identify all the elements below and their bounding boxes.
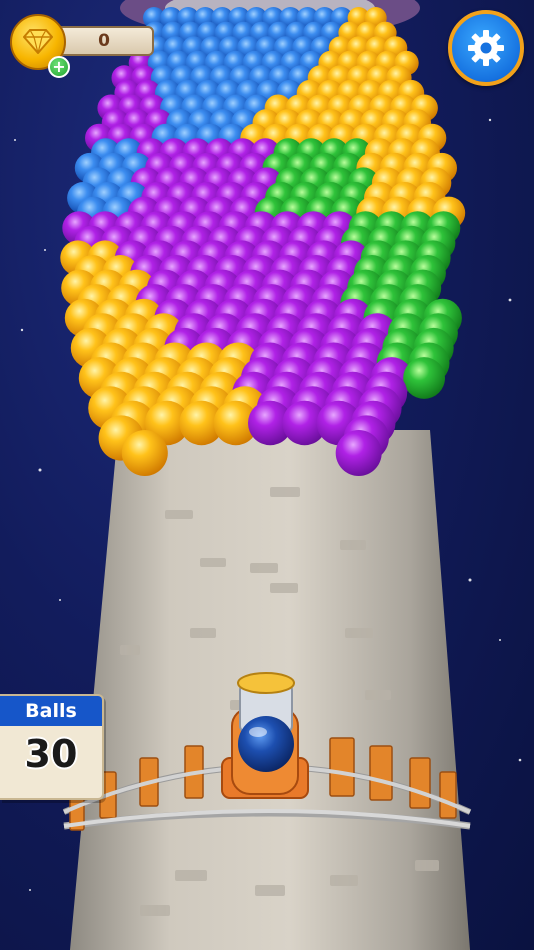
purple-ball — [335, 430, 382, 476]
yellow-ball — [121, 430, 168, 476]
gear-icon — [468, 30, 504, 66]
game-scene[interactable] — [0, 0, 534, 950]
diamond-icon — [23, 29, 53, 54]
settings-button[interactable] — [448, 10, 524, 86]
balls-label: Balls — [0, 696, 102, 726]
gem-counter: 0 + — [8, 14, 158, 78]
balls-count: 30 — [24, 732, 78, 776]
add-gems-button[interactable]: + — [48, 56, 70, 78]
balls-remaining-panel: Balls 30 — [0, 694, 104, 800]
loaded-ball — [238, 716, 294, 772]
green-ball — [403, 357, 445, 399]
gem-count: 0 — [98, 31, 110, 51]
ball-cluster — [60, 7, 466, 476]
